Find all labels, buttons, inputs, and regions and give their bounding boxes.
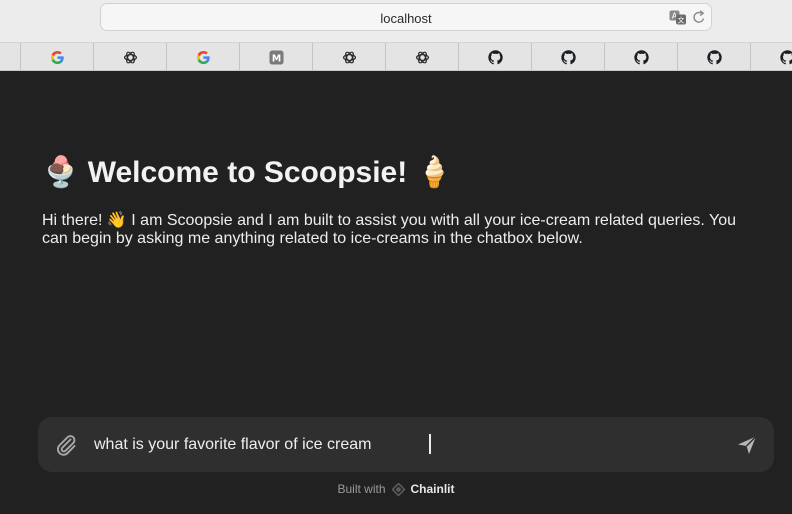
bookmark-tab[interactable] — [458, 43, 531, 70]
github-icon — [706, 49, 722, 65]
reload-icon[interactable] — [692, 10, 706, 25]
send-icon[interactable] — [736, 434, 758, 456]
chainlit-logo-icon — [391, 482, 405, 496]
message-composer — [38, 417, 774, 472]
github-icon — [633, 49, 649, 65]
bookmark-tab[interactable] — [604, 43, 677, 70]
bookmark-tab[interactable] — [677, 43, 750, 70]
google-icon — [196, 50, 211, 65]
svg-text:M: M — [271, 53, 280, 64]
openai-icon — [342, 50, 357, 65]
welcome-message: Hi there! 👋 I am Scoopsie and I am built… — [42, 212, 737, 247]
text-caret — [429, 434, 431, 454]
svg-text:文: 文 — [678, 16, 685, 25]
bookmark-tab[interactable] — [20, 43, 93, 70]
footer-brand[interactable]: Chainlit — [411, 482, 455, 496]
bookmark-tab[interactable] — [166, 43, 239, 70]
google-icon — [50, 50, 65, 65]
chat-input[interactable] — [94, 431, 694, 459]
github-icon — [560, 49, 576, 65]
openai-icon — [123, 50, 138, 65]
bookmark-tab[interactable] — [750, 43, 792, 70]
bookmarks-bar: M — [0, 43, 792, 71]
footer: Built with Chainlit — [0, 482, 792, 496]
bookmark-tab[interactable]: M — [239, 43, 312, 70]
footer-prefix: Built with — [337, 482, 386, 496]
github-icon — [779, 49, 792, 65]
bookmark-tab[interactable] — [531, 43, 604, 70]
github-icon — [487, 49, 503, 65]
chat-area: 🍨 Welcome to Scoopsie! 🍦 Hi there! 👋 I a… — [0, 72, 792, 514]
paperclip-icon[interactable] — [54, 433, 78, 457]
address-bar[interactable]: localhost A 文 — [100, 3, 712, 31]
bookmark-tab[interactable] — [312, 43, 385, 70]
ice-cream-emoji: 🍦 — [415, 156, 453, 189]
welcome-title: 🍨 Welcome to Scoopsie! 🍦 — [42, 155, 453, 190]
sundae-emoji: 🍨 — [42, 156, 80, 189]
m-icon: M — [268, 49, 284, 65]
address-text: localhost — [380, 11, 432, 26]
welcome-title-text: Welcome to Scoopsie! — [87, 156, 408, 189]
openai-icon — [415, 50, 430, 65]
bookmark-tab[interactable] — [93, 43, 166, 70]
browser-toolbar: localhost A 文 — [0, 0, 792, 43]
bookmark-tab[interactable] — [385, 43, 458, 70]
translate-icon[interactable]: A 文 — [669, 10, 687, 25]
